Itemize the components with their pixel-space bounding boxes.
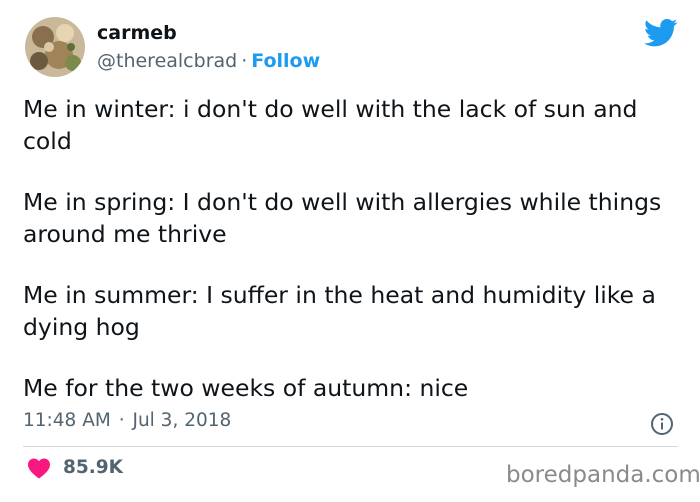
tweet-time: 11:48 AM: [23, 410, 111, 431]
tweet-card: carmeb @therealcbrad · Follow Me in winter…: [0, 0, 700, 502]
tweet-text: Me in winter: i don't do well with the l…: [23, 93, 673, 404]
twitter-bird-icon[interactable]: [644, 18, 678, 48]
tweet-paragraph-winter: Me in winter: i don't do well with the l…: [23, 95, 638, 155]
avatar[interactable]: [25, 17, 85, 77]
watermark: boredpanda.com: [506, 462, 700, 488]
handle[interactable]: @therealcbrad: [97, 50, 237, 72]
follow-button[interactable]: Follow: [251, 50, 320, 72]
like-count[interactable]: 85.9K: [63, 457, 123, 478]
display-name[interactable]: carmeb: [97, 22, 177, 44]
tweet-paragraph-autumn: Me for the two weeks of autumn: nice: [23, 374, 469, 402]
handle-row: @therealcbrad · Follow: [97, 50, 320, 72]
tweet-paragraph-spring: Me in spring: I don't do well with aller…: [23, 188, 662, 248]
divider: [23, 446, 678, 447]
tweet-paragraph-summer: Me in summer: I suffer in the heat and h…: [23, 281, 656, 341]
timestamp[interactable]: 11:48 AM · Jul 3, 2018: [23, 410, 231, 431]
tweet-date: Jul 3, 2018: [132, 410, 232, 431]
handle-separator: ·: [241, 50, 248, 72]
heart-icon[interactable]: [27, 457, 51, 479]
timestamp-separator: ·: [118, 410, 125, 431]
info-icon[interactable]: [650, 412, 674, 436]
